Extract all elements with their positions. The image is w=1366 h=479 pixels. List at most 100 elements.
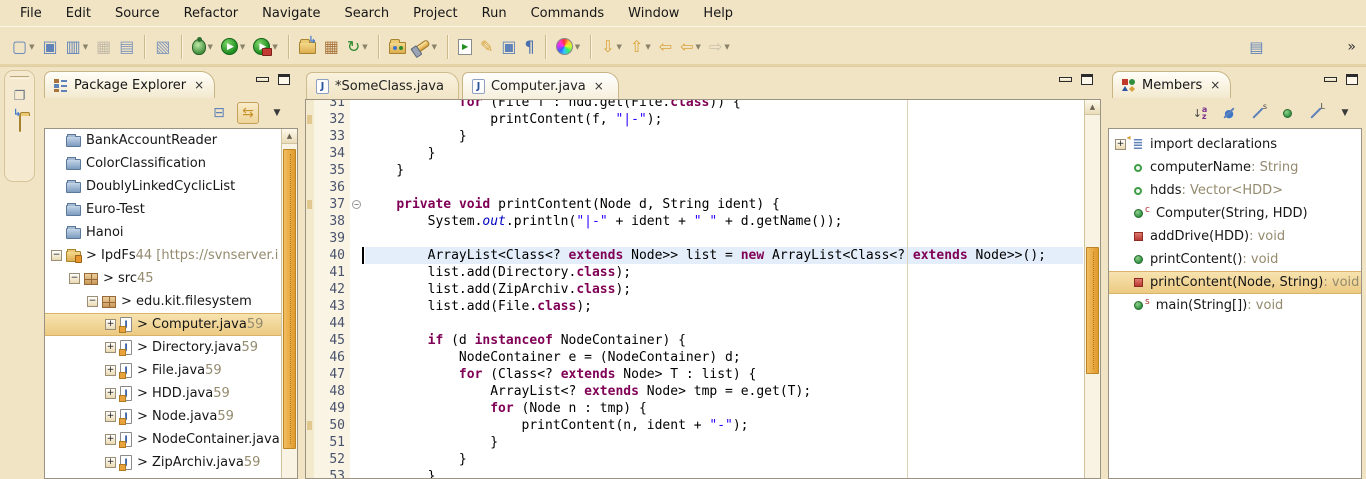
fold-collapse-icon[interactable]: − xyxy=(352,200,361,209)
hide-local-types-button[interactable]: L xyxy=(1305,102,1327,124)
member-item-computer-string-hdd[interactable]: cComputer(String, HDD) xyxy=(1109,202,1361,225)
maximize-button[interactable] xyxy=(278,74,290,85)
package-explorer-scrollbar[interactable]: ▲ xyxy=(281,129,297,478)
member-item-printcontent[interactable]: printContent() : void xyxy=(1109,248,1361,271)
import-wizard-button[interactable] xyxy=(295,34,320,60)
tree-item-doublylinkedcycliclist[interactable]: DoublyLinkedCyclicList xyxy=(45,175,297,198)
dropdown-caret-icon[interactable]: ▼ xyxy=(240,43,245,51)
save-button[interactable]: ▦ xyxy=(92,34,115,60)
menu-navigate[interactable]: Navigate xyxy=(250,2,332,25)
expand-icon[interactable]: + xyxy=(105,388,116,399)
close-icon[interactable]: × xyxy=(194,78,204,92)
dropdown-caret-icon[interactable]: ▼ xyxy=(724,43,729,51)
next-annotation-button[interactable]: ⇩▼ xyxy=(597,34,626,60)
tree-item-ipdfs[interactable]: −> IpdFs 44 [https://svnserver.i xyxy=(45,244,297,267)
toolbar-overflow-chevron[interactable]: » xyxy=(1347,39,1354,55)
tree-item-hdd-java[interactable]: +J> HDD.java 59 xyxy=(45,382,297,405)
menu-project[interactable]: Project xyxy=(401,2,469,25)
show-whitespace-button[interactable]: ¶ xyxy=(521,34,539,60)
member-item-import-declarations[interactable]: +≣import declarations xyxy=(1109,133,1361,156)
dropdown-caret-icon[interactable]: ▼ xyxy=(272,43,277,51)
member-item-computername[interactable]: computerName : String xyxy=(1109,156,1361,179)
tree-item-computer-java[interactable]: +J> Computer.java 59 xyxy=(45,313,297,336)
member-item-hdds[interactable]: hdds : Vector<HDD> xyxy=(1109,179,1361,202)
menu-help[interactable]: Help xyxy=(691,2,745,25)
debug-button[interactable]: ▼ xyxy=(188,34,217,60)
member-item-adddrive-hdd[interactable]: addDrive(HDD) : void xyxy=(1109,225,1361,248)
editor-scrollbar[interactable]: ▲ xyxy=(1084,100,1100,478)
dropdown-caret-icon[interactable]: ▼ xyxy=(645,43,650,51)
member-item-main-string[interactable]: smain(String[]) : void xyxy=(1109,294,1361,317)
expand-icon[interactable]: + xyxy=(105,365,116,376)
collapse-icon[interactable]: − xyxy=(51,250,62,261)
back-button[interactable]: ⇦▼ xyxy=(676,34,705,60)
close-icon[interactable]: × xyxy=(1210,78,1220,92)
tree-item-src[interactable]: −> src 45 xyxy=(45,267,297,290)
menu-commands[interactable]: Commands xyxy=(519,2,617,25)
copy-book-button[interactable]: ▧ xyxy=(151,34,174,60)
dropdown-caret-icon[interactable]: ▼ xyxy=(208,43,213,51)
open-type-button[interactable] xyxy=(385,34,410,60)
dropdown-caret-icon[interactable]: ▼ xyxy=(432,43,437,51)
dropdown-caret-icon[interactable]: ▼ xyxy=(29,43,34,51)
editor-tab-someclass-java[interactable]: J*SomeClass.java xyxy=(306,72,459,99)
forward-button[interactable]: ⇨▼ xyxy=(705,34,734,60)
perspective-java-icon[interactable]: ▤ xyxy=(1249,38,1263,56)
menu-search[interactable]: Search xyxy=(332,2,401,25)
view-menu-button[interactable]: ▼ xyxy=(1334,102,1356,124)
new-junit-test-button[interactable]: ▦ xyxy=(320,34,343,60)
scroll-up-icon[interactable]: ▲ xyxy=(282,129,297,144)
collapse-all-button[interactable]: ⊟ xyxy=(208,102,230,124)
tree-item-node-java[interactable]: +J> Node.java 59 xyxy=(45,405,297,428)
menu-window[interactable]: Window xyxy=(616,2,691,25)
mark-occurrences-button[interactable]: ✎ xyxy=(476,34,497,60)
new-file-button[interactable]: ▥▼ xyxy=(62,34,93,60)
code-editor[interactable]: 31 for (File f : hdd.get(File.class)) {3… xyxy=(305,99,1101,479)
maximize-button[interactable] xyxy=(1346,74,1358,85)
new-java-project-button[interactable]: ▣ xyxy=(39,34,62,60)
minimize-button[interactable] xyxy=(1324,77,1337,82)
collapse-icon[interactable]: − xyxy=(87,296,98,307)
expand-icon[interactable]: + xyxy=(105,319,116,330)
search-button[interactable]: ▼ xyxy=(410,34,441,60)
show-public-only-button[interactable] xyxy=(1276,102,1298,124)
drag-handle[interactable] xyxy=(10,76,29,79)
tab-members[interactable]: Members × xyxy=(1112,71,1231,98)
expand-icon[interactable]: + xyxy=(105,411,116,422)
scrollbar-thumb[interactable] xyxy=(1086,247,1099,374)
tree-item-directory-java[interactable]: +J> Directory.java 59 xyxy=(45,336,297,359)
minimized-view-folder-icon[interactable] xyxy=(19,116,21,131)
tree-item-euro-test[interactable]: Euro-Test xyxy=(45,198,297,221)
menu-edit[interactable]: Edit xyxy=(54,2,103,25)
minimize-button[interactable] xyxy=(256,77,269,82)
minimize-button[interactable] xyxy=(1059,77,1072,82)
menu-refactor[interactable]: Refactor xyxy=(172,2,251,25)
hide-static-members-button[interactable]: s xyxy=(1247,102,1269,124)
editor-tab-computer-java[interactable]: JComputer.java× xyxy=(462,72,619,99)
scroll-up-icon[interactable]: ▲ xyxy=(1085,100,1100,115)
run-button[interactable]: ▶▼ xyxy=(217,34,249,60)
members-list[interactable]: +≣import declarationscomputerName : Stri… xyxy=(1108,128,1362,479)
sort-button[interactable]: ↓az xyxy=(1189,102,1211,124)
hide-fields-button[interactable]: ● xyxy=(1218,102,1240,124)
run-external-button[interactable]: ▶▼ xyxy=(249,34,281,60)
tree-item-hanoi[interactable]: Hanoi xyxy=(45,221,297,244)
maximize-button[interactable] xyxy=(1081,74,1093,85)
refresh-button[interactable]: ↻▼ xyxy=(343,34,372,60)
print-button[interactable]: ▤ xyxy=(115,34,138,60)
last-edit-location-button[interactable]: ⇦ xyxy=(655,34,676,60)
tree-item-colorclassification[interactable]: ColorClassification xyxy=(45,152,297,175)
dropdown-caret-icon[interactable]: ▼ xyxy=(617,43,622,51)
expand-icon[interactable]: + xyxy=(1115,139,1126,150)
show-source-button[interactable]: ▣ xyxy=(497,34,520,60)
expand-icon[interactable]: + xyxy=(105,434,116,445)
restore-views-icon[interactable]: ❐ xyxy=(14,89,26,104)
view-menu-button[interactable]: ▼ xyxy=(266,102,288,124)
menu-file[interactable]: File xyxy=(8,2,54,25)
scrollbar-thumb[interactable] xyxy=(283,149,296,449)
menu-run[interactable]: Run xyxy=(470,2,519,25)
tab-package-explorer[interactable]: Package Explorer × xyxy=(44,71,215,98)
tree-item-file-java[interactable]: +J> File.java 59 xyxy=(45,359,297,382)
expand-icon[interactable]: + xyxy=(105,457,116,468)
tree-item-ziparchiv-java[interactable]: +J> ZipArchiv.java 59 xyxy=(45,451,297,474)
